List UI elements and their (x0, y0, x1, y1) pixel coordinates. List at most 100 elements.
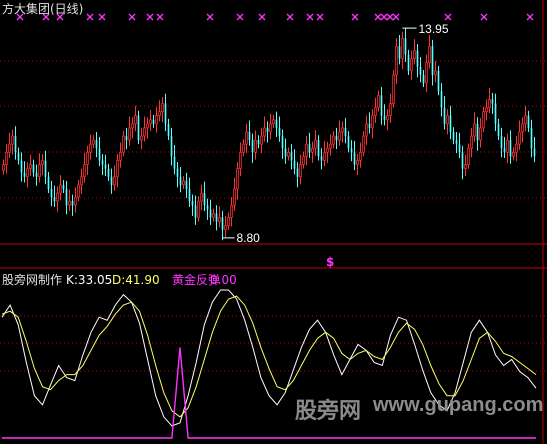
candle-body-down (152, 119, 155, 124)
candle-body-down (53, 197, 56, 202)
candle-body-up (116, 160, 119, 178)
candle-body-down (170, 136, 173, 157)
candle-body-up (323, 151, 326, 161)
candle-body-down (419, 66, 422, 75)
candle-body-up (89, 143, 92, 153)
candle-body-up (41, 160, 44, 165)
candle-body-down (62, 184, 65, 189)
candle-body-up (263, 127, 266, 137)
candle-body-up (311, 147, 314, 153)
candle-body-up (59, 184, 62, 194)
candle-body-down (284, 148, 287, 157)
candle-body-down (47, 176, 50, 189)
candle-body-down (17, 152, 20, 161)
candle-body-up (371, 115, 374, 129)
candle-body-up (473, 123, 476, 137)
candle-body-down (293, 160, 296, 169)
candle-body-up (359, 151, 362, 161)
candle-body-up (197, 200, 200, 218)
candle-body-up (389, 103, 392, 117)
candle-body-up (488, 98, 491, 108)
k-value-label: K:33.05 (66, 273, 113, 287)
candle-body-up (287, 151, 290, 157)
candle-body-up (479, 127, 482, 141)
candle-body-up (410, 58, 413, 72)
candle-body-up (446, 115, 449, 125)
candle-body-up (299, 164, 302, 178)
candle-body-down (101, 160, 104, 165)
candle-body-up (26, 168, 29, 178)
candle-body-up (395, 46, 398, 76)
candle-body-down (335, 136, 338, 141)
candle-body-up (83, 164, 86, 178)
candle-body-up (131, 123, 134, 129)
candle-body-up (245, 131, 248, 145)
candle-body-up (200, 192, 203, 202)
candle-body-down (173, 156, 176, 169)
candle-body-down (107, 168, 110, 177)
candle-body-up (146, 123, 149, 129)
candle-body-up (329, 143, 332, 149)
candle-body-down (440, 91, 443, 108)
signal-value-label: 0.00 (210, 273, 237, 287)
candle-body-down (167, 123, 170, 137)
candle-body-down (344, 127, 347, 137)
d-value-label: D:41.90 (112, 273, 160, 287)
candle-body-down (281, 136, 284, 149)
candle-body-up (128, 127, 131, 141)
candle-body-down (164, 103, 167, 124)
candle-body-down (206, 205, 209, 210)
candle-body-down (449, 115, 452, 132)
candle-body-down (257, 140, 260, 145)
candle-body-down (188, 188, 191, 202)
candle-body-down (530, 127, 533, 149)
candle-body-down (491, 99, 494, 104)
candle-body-down (443, 107, 446, 124)
candle-body-down (275, 119, 278, 128)
candle-body-up (182, 180, 185, 186)
candle-body-down (179, 176, 182, 185)
candle-body-up (134, 115, 137, 125)
candle-body-down (500, 136, 503, 149)
candle-body-down (50, 188, 53, 198)
candle-body-down (503, 148, 506, 153)
candle-body-down (317, 140, 320, 157)
candle-body-up (77, 184, 80, 198)
candle-body-down (125, 136, 128, 141)
candle-body-up (305, 143, 308, 157)
watermark-cn: 股旁网 (295, 398, 362, 423)
candle-body-down (104, 164, 107, 169)
candle-body-up (314, 139, 317, 149)
candle-body-up (521, 123, 524, 133)
candle-body-up (227, 217, 230, 227)
candle-body-down (23, 172, 26, 177)
candle-body-up (326, 147, 329, 153)
candle-body-down (455, 140, 458, 145)
candle-body-down (368, 123, 371, 128)
candle-body-down (251, 140, 254, 153)
high-price-label: 13.95 (419, 22, 449, 36)
kline-chart[interactable]: 13.95 8.80 $ (0, 0, 547, 444)
candle-body-down (137, 115, 140, 141)
candle-body-up (524, 115, 527, 125)
candle-body-up (161, 103, 164, 112)
candle-body-up (467, 147, 470, 165)
candle-body-down (35, 172, 38, 177)
candle-body-up (113, 176, 116, 186)
candle-body-down (65, 188, 68, 206)
candle-body-down (209, 209, 212, 218)
candle-body-down (494, 103, 497, 124)
candle-body-up (374, 107, 377, 117)
candle-body-down (191, 201, 194, 206)
candle-body-up (434, 70, 437, 76)
candle-body-down (185, 180, 188, 189)
candle-body-up (401, 37, 404, 60)
candle-body-up (212, 213, 215, 218)
candle-body-down (203, 193, 206, 206)
candle-body-up (29, 164, 32, 170)
candle-body-down (347, 136, 350, 149)
candle-body-up (386, 115, 389, 121)
candle-body-down (320, 156, 323, 161)
candle-body-down (20, 160, 23, 173)
candle-body-up (341, 127, 344, 133)
